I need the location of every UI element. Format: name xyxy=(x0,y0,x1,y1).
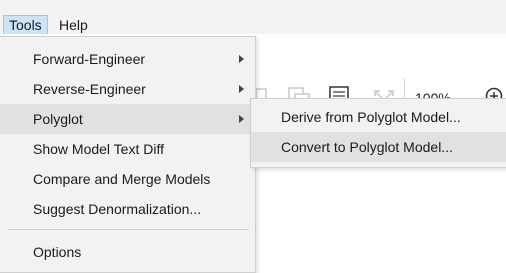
submenu-item-label: Convert to Polyglot Model... xyxy=(281,139,453,155)
menu-item-label: Reverse-Engineer xyxy=(33,81,146,97)
submenu-item-label: Derive from Polyglot Model... xyxy=(281,109,461,125)
menu-item-reverse-engineer[interactable]: Reverse-Engineer xyxy=(0,74,255,104)
menu-item-label: Forward-Engineer xyxy=(33,51,146,67)
menu-item-polyglot[interactable]: Polyglot xyxy=(0,104,255,134)
menu-bar: Tools Help xyxy=(0,0,506,36)
menu-separator xyxy=(8,229,249,230)
menu-item-label: Polyglot xyxy=(33,111,83,127)
polyglot-submenu: Derive from Polyglot Model... Convert to… xyxy=(250,98,506,168)
chevron-right-icon xyxy=(239,115,244,123)
menu-item-label: Suggest Denormalization... xyxy=(33,201,202,217)
submenu-item-derive-from-polyglot[interactable]: Derive from Polyglot Model... xyxy=(251,102,506,132)
menu-item-forward-engineer[interactable]: Forward-Engineer xyxy=(0,44,255,74)
chevron-right-icon xyxy=(239,55,244,63)
menu-tools[interactable]: Tools xyxy=(3,15,48,36)
chevron-right-icon xyxy=(239,85,244,93)
tools-menu: Forward-Engineer Reverse-Engineer Polygl… xyxy=(0,36,256,273)
menu-item-compare-and-merge[interactable]: Compare and Merge Models xyxy=(0,164,255,194)
menu-item-label: Options xyxy=(33,244,82,260)
submenu-item-convert-to-polyglot[interactable]: Convert to Polyglot Model... xyxy=(251,132,506,162)
menu-item-show-model-text-diff[interactable]: Show Model Text Diff xyxy=(0,134,255,164)
menu-item-suggest-denormalization[interactable]: Suggest Denormalization... xyxy=(0,194,255,224)
menu-help[interactable]: Help xyxy=(54,15,93,36)
menu-item-options[interactable]: Options xyxy=(0,237,255,267)
menu-item-label: Show Model Text Diff xyxy=(33,141,164,157)
menu-item-label: Compare and Merge Models xyxy=(33,171,211,187)
